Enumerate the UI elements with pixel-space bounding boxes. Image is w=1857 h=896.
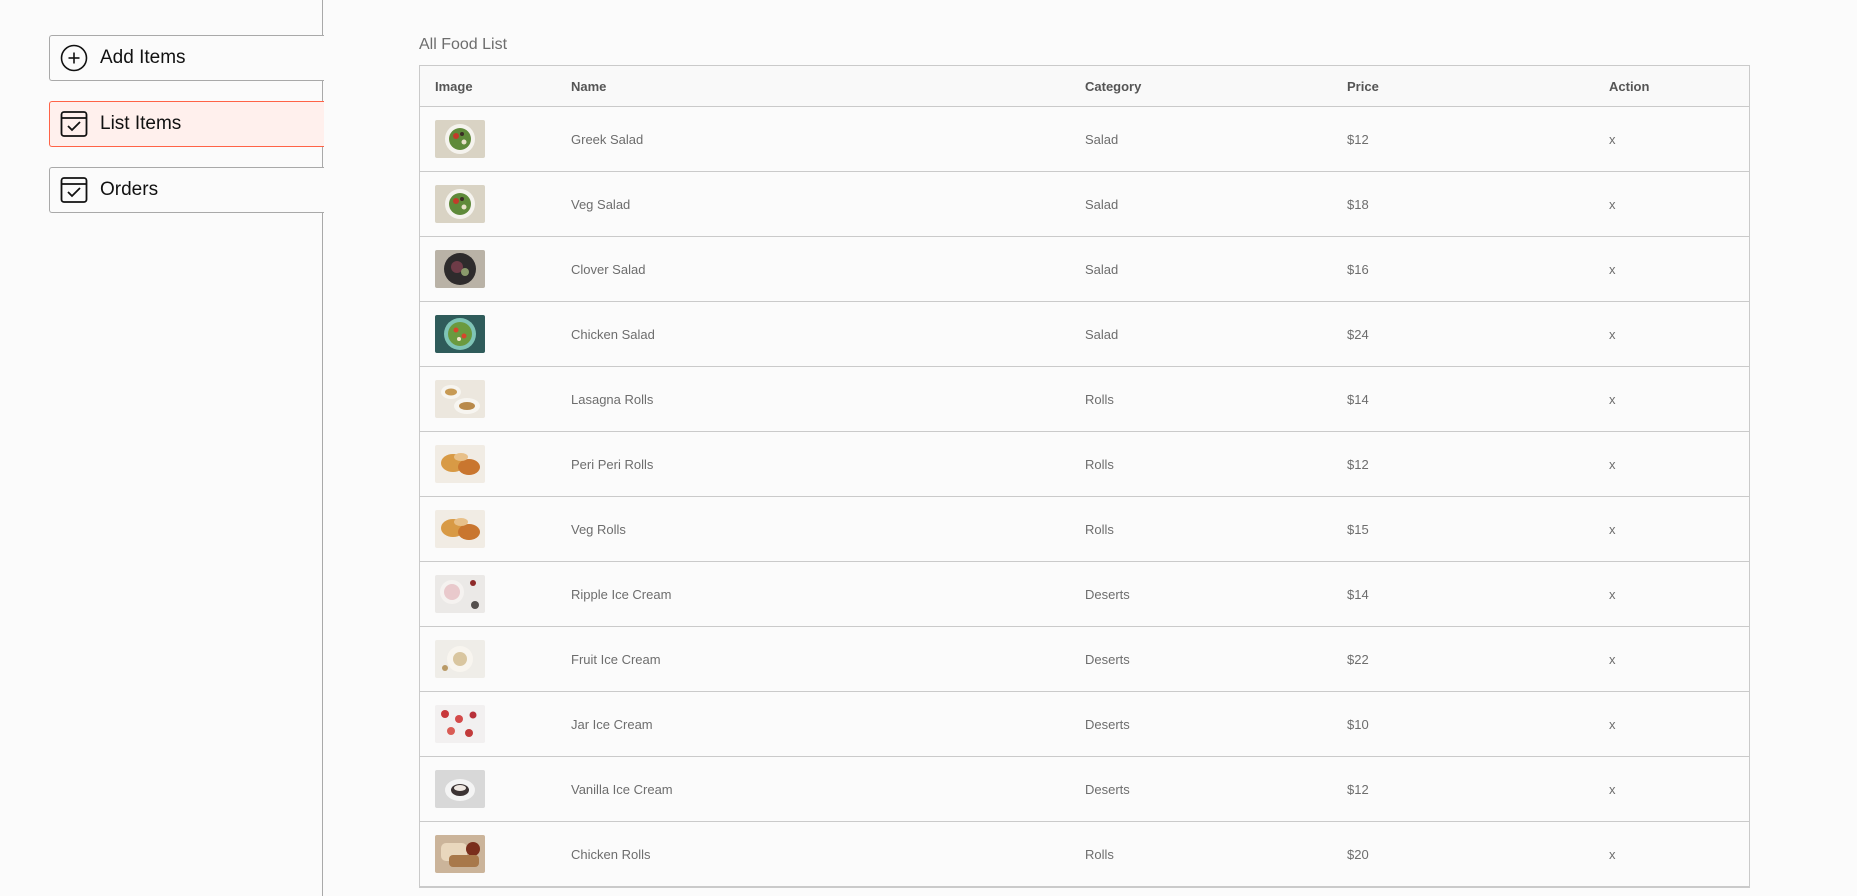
page-title: All Food List [419, 36, 508, 53]
food-category: Rolls [1085, 456, 1114, 472]
column-header-category: Category [1085, 78, 1142, 94]
food-category: Rolls [1085, 521, 1114, 537]
food-price: $16 [1347, 261, 1369, 277]
food-name: Veg Rolls [571, 521, 626, 537]
remove-item-button[interactable]: x [1609, 587, 1766, 602]
table-row: Clover Salad Salad $16 x [420, 237, 1749, 302]
remove-item-button[interactable]: x [1609, 457, 1766, 472]
table-row: Veg Salad Salad $18 x [420, 172, 1749, 237]
food-category: Deserts [1085, 716, 1130, 732]
sidebar-item-label: Add Items [100, 47, 186, 68]
food-category: Rolls [1085, 391, 1114, 407]
add-circle-icon [60, 44, 88, 72]
column-header-price: Price [1347, 78, 1379, 94]
food-thumbnail [435, 835, 571, 873]
food-thumbnail [435, 445, 571, 483]
food-thumbnail [435, 705, 571, 743]
food-price: $12 [1347, 456, 1369, 472]
food-category: Salad [1085, 196, 1119, 212]
table-row: Ripple Ice Cream Deserts $14 x [420, 562, 1749, 627]
food-category: Salad [1085, 131, 1119, 147]
table-row: Chicken Rolls Rolls $20 x [420, 822, 1749, 887]
food-name: Lasagna Rolls [571, 391, 654, 407]
food-category: Salad [1085, 326, 1119, 342]
table-row: Chicken Salad Salad $24 x [420, 302, 1749, 367]
calendar-check-icon [60, 110, 88, 138]
column-header-image: Image [435, 78, 473, 94]
calendar-check-icon [60, 176, 88, 204]
food-name: Jar Ice Cream [571, 716, 653, 732]
food-price: $14 [1347, 586, 1369, 602]
column-header-action: Action [1609, 78, 1650, 94]
food-price: $24 [1347, 326, 1369, 342]
table-row: Peri Peri Rolls Rolls $12 x [420, 432, 1749, 497]
food-category: Salad [1085, 261, 1119, 277]
food-list-table: Image Name Category Price Action Greek S… [419, 65, 1750, 888]
sidebar-item-label: List Items [100, 113, 182, 134]
food-thumbnail [435, 120, 571, 158]
remove-item-button[interactable]: x [1609, 132, 1766, 147]
food-name: Peri Peri Rolls [571, 456, 654, 472]
food-name: Veg Salad [571, 196, 631, 212]
table-body: Greek Salad Salad $12 x Veg Salad Salad $18 x Cl… [420, 107, 1749, 887]
food-price: $12 [1347, 131, 1369, 147]
food-thumbnail [435, 640, 571, 678]
remove-item-button[interactable]: x [1609, 782, 1766, 797]
sidebar-item-add-items[interactable]: Add Items [49, 35, 324, 81]
sidebar-item-list-items[interactable]: List Items [49, 101, 324, 147]
food-price: $18 [1347, 196, 1369, 212]
food-category: Deserts [1085, 586, 1130, 602]
food-thumbnail [435, 510, 571, 548]
food-name: Greek Salad [571, 131, 644, 147]
table-row: Fruit Ice Cream Deserts $22 x [420, 627, 1749, 692]
food-price: $14 [1347, 391, 1369, 407]
table-row: Vanilla Ice Cream Deserts $12 x [420, 757, 1749, 822]
food-price: $15 [1347, 521, 1369, 537]
remove-item-button[interactable]: x [1609, 327, 1766, 342]
sidebar-item-label: Orders [100, 179, 159, 200]
sidebar: Add Items List Items Orders [0, 0, 324, 896]
food-price: $20 [1347, 846, 1369, 862]
table-header-row: Image Name Category Price Action [420, 66, 1749, 107]
remove-item-button[interactable]: x [1609, 197, 1766, 212]
food-thumbnail [435, 185, 571, 223]
food-thumbnail [435, 380, 571, 418]
food-price: $12 [1347, 781, 1369, 797]
food-name: Vanilla Ice Cream [571, 781, 673, 797]
food-thumbnail [435, 250, 571, 288]
table-row: Jar Ice Cream Deserts $10 x [420, 692, 1749, 757]
remove-item-button[interactable]: x [1609, 392, 1766, 407]
food-category: Rolls [1085, 846, 1114, 862]
food-name: Clover Salad [571, 261, 646, 277]
table-row: Greek Salad Salad $12 x [420, 107, 1749, 172]
food-name: Chicken Salad [571, 326, 655, 342]
food-category: Deserts [1085, 781, 1130, 797]
remove-item-button[interactable]: x [1609, 847, 1766, 862]
food-thumbnail [435, 770, 571, 808]
food-name: Fruit Ice Cream [571, 651, 661, 667]
column-header-name: Name [571, 78, 607, 94]
table-row: Lasagna Rolls Rolls $14 x [420, 367, 1749, 432]
sidebar-item-orders[interactable]: Orders [49, 167, 324, 213]
remove-item-button[interactable]: x [1609, 717, 1766, 732]
table-row: Veg Rolls Rolls $15 x [420, 497, 1749, 562]
food-name: Chicken Rolls [571, 846, 651, 862]
food-price: $22 [1347, 651, 1369, 667]
food-price: $10 [1347, 716, 1369, 732]
remove-item-button[interactable]: x [1609, 522, 1766, 537]
food-category: Deserts [1085, 651, 1130, 667]
food-thumbnail [435, 315, 571, 353]
food-name: Ripple Ice Cream [571, 586, 672, 602]
remove-item-button[interactable]: x [1609, 652, 1766, 667]
remove-item-button[interactable]: x [1609, 262, 1766, 277]
food-thumbnail [435, 575, 571, 613]
